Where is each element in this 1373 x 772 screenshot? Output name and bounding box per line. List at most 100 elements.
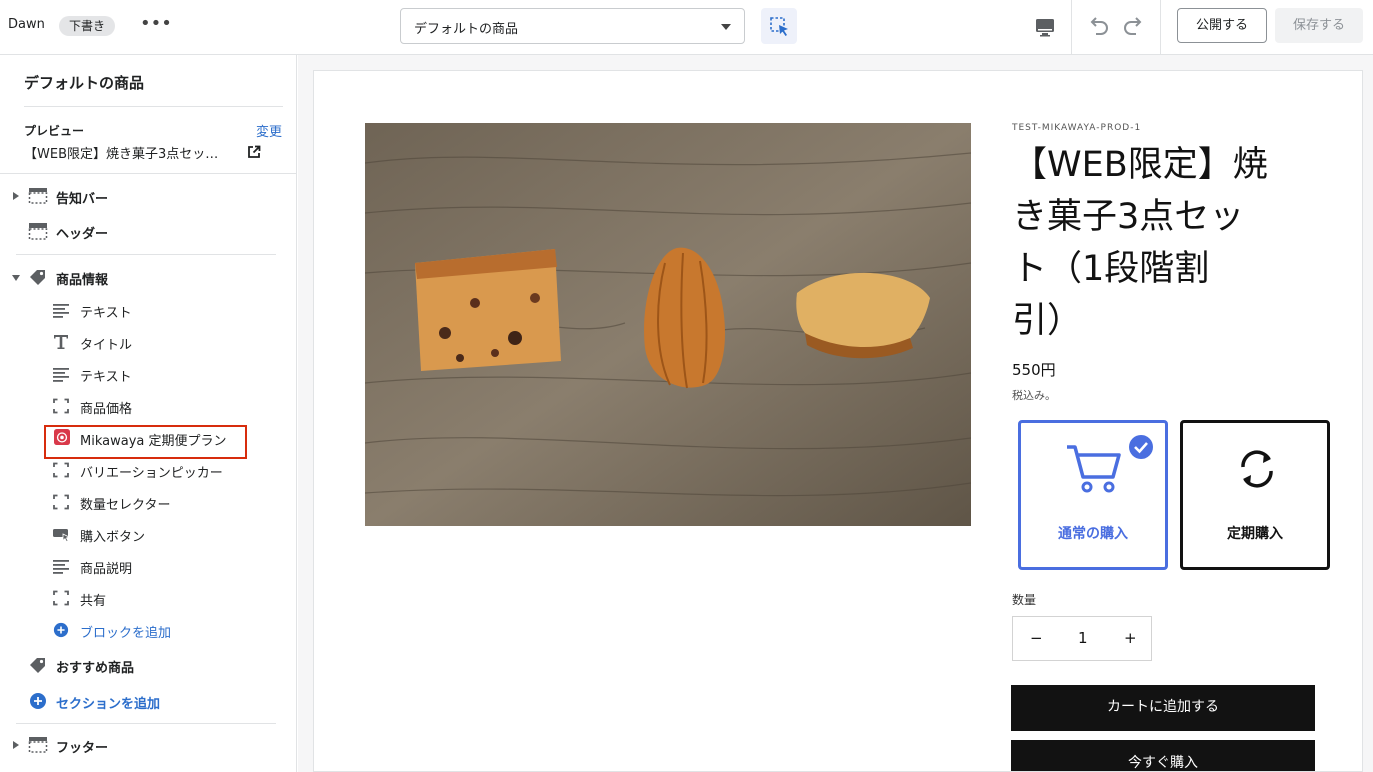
- divider: [16, 254, 276, 255]
- chevron-down-icon: [12, 275, 20, 281]
- plan-option-subscription[interactable]: 定期購入: [1180, 420, 1330, 570]
- product-title-line: 引）: [1012, 301, 1083, 341]
- baked-goods-photo: [365, 123, 971, 526]
- save-button[interactable]: 保存する: [1275, 8, 1363, 43]
- product-title: 【WEB限定】焼 き菓子3点セッ ト（1段階割 引）: [1012, 139, 1312, 347]
- external-link-icon: [248, 145, 261, 158]
- preview-label: プレビュー: [24, 124, 85, 138]
- dashed-square-icon: [53, 590, 69, 606]
- section-recommended-products[interactable]: おすすめ商品: [0, 651, 296, 679]
- sidebar: デフォルトの商品 プレビュー 変更 【WEB限定】焼き菓子3点セッ… 告知バー …: [0, 55, 297, 772]
- section-header[interactable]: ヘッダー: [0, 217, 296, 245]
- section-label: フッター: [56, 741, 109, 756]
- block-quantity-selector[interactable]: 数量セレクター: [0, 488, 296, 516]
- divider: [16, 723, 276, 724]
- block-buy-buttons[interactable]: 購入ボタン: [0, 520, 296, 548]
- publish-button[interactable]: 公開する: [1177, 8, 1267, 43]
- block-share[interactable]: 共有: [0, 584, 296, 612]
- section-label: 告知バー: [56, 192, 109, 207]
- block-variant-picker[interactable]: バリエーションピッカー: [0, 456, 296, 484]
- section-footer[interactable]: フッター: [0, 731, 296, 759]
- chevron-right-icon: [13, 192, 19, 200]
- quantity-label: 数量: [1012, 593, 1037, 607]
- product-title-line: き菓子3点セッ: [1012, 197, 1245, 237]
- block-title[interactable]: タイトル: [0, 328, 296, 356]
- preview-change-link[interactable]: 変更: [256, 121, 282, 140]
- undo-icon: [1090, 17, 1108, 35]
- quantity-decrease-button[interactable]: −: [1030, 629, 1043, 647]
- block-label: 商品説明: [80, 562, 133, 577]
- block-label: テキスト: [80, 370, 132, 385]
- quantity-increase-button[interactable]: +: [1124, 629, 1137, 647]
- add-block-button[interactable]: ブロックを追加: [0, 616, 296, 644]
- redo-button[interactable]: [1120, 12, 1148, 40]
- divider: [1071, 0, 1072, 55]
- block-label: テキスト: [80, 306, 132, 321]
- section-label: おすすめ商品: [56, 661, 135, 676]
- sidebar-title: デフォルトの商品: [24, 74, 145, 92]
- redo-icon: [1124, 17, 1142, 35]
- product-sku: TEST-MIKAWAYA-PROD-1: [1012, 123, 1142, 133]
- section-label: 商品情報: [56, 273, 109, 288]
- block-text[interactable]: テキスト: [0, 296, 296, 324]
- tag-icon: [30, 658, 45, 673]
- section-announcement-bar[interactable]: 告知バー: [0, 182, 296, 210]
- tax-note: 税込み。: [1012, 389, 1056, 402]
- block-label: 数量セレクター: [80, 498, 171, 513]
- block-mikawaya-subscription[interactable]: Mikawaya 定期便プラン: [0, 424, 296, 452]
- buy-button-icon: [53, 529, 70, 542]
- plan-label: 通常の購入: [1058, 526, 1128, 542]
- text-lines-icon: [53, 368, 69, 382]
- quantity-input[interactable]: 1: [1078, 629, 1088, 647]
- preview-product-name: 【WEB限定】焼き菓子3点セッ…: [24, 147, 219, 162]
- block-label: タイトル: [80, 338, 133, 353]
- header-layout-icon: [28, 223, 48, 240]
- plus-circle-icon: [53, 622, 69, 638]
- footer-layout-icon: [28, 737, 48, 753]
- plan-label: 定期購入: [1227, 526, 1283, 542]
- template-select-value: デフォルトの商品: [414, 22, 519, 37]
- dashed-square-icon: [53, 462, 69, 478]
- check-circle-icon: [1129, 435, 1153, 459]
- dashed-square-icon: [53, 398, 69, 414]
- add-section-label: セクションを追加: [56, 697, 161, 712]
- block-description[interactable]: 商品説明: [0, 552, 296, 580]
- plan-option-regular[interactable]: 通常の購入: [1018, 420, 1168, 570]
- chevron-down-icon: [721, 24, 731, 30]
- text-lines-icon: [53, 560, 69, 574]
- divider: [1160, 0, 1161, 55]
- top-bar: Dawn 下書き ••• デフォルトの商品 公開する 保存する: [0, 0, 1373, 55]
- open-external-button[interactable]: [247, 144, 261, 158]
- product-title-line: ト（1段階割: [1012, 249, 1210, 289]
- desktop-preview-button[interactable]: [1030, 12, 1060, 42]
- buy-now-button[interactable]: 今すぐ購入: [1011, 740, 1315, 771]
- plus-circle-icon: [30, 693, 46, 709]
- dashed-square-icon: [53, 494, 69, 510]
- block-label: 商品価格: [80, 402, 133, 417]
- text-lines-icon: [53, 304, 69, 318]
- mikawaya-app-icon: [54, 429, 70, 445]
- undo-button[interactable]: [1084, 12, 1112, 40]
- chevron-right-icon: [13, 741, 19, 749]
- title-t-icon: [54, 335, 68, 349]
- block-label: 共有: [80, 594, 107, 609]
- announcement-bar-icon: [28, 188, 48, 204]
- block-label: バリエーションピッカー: [80, 466, 223, 481]
- more-actions-button[interactable]: •••: [140, 14, 172, 38]
- add-section-button[interactable]: セクションを追加: [0, 687, 296, 715]
- section-product-info[interactable]: 商品情報: [0, 263, 296, 291]
- preview-canvas: TEST-MIKAWAYA-PROD-1 【WEB限定】焼 き菓子3点セッ ト（…: [298, 55, 1373, 772]
- block-price[interactable]: 商品価格: [0, 392, 296, 420]
- quantity-stepper: − 1 +: [1012, 616, 1152, 661]
- add-to-cart-button[interactable]: カートに追加する: [1011, 685, 1315, 731]
- product-title-line: 【WEB限定】焼: [1012, 145, 1268, 185]
- template-select[interactable]: デフォルトの商品: [400, 8, 745, 44]
- storefront-preview[interactable]: TEST-MIKAWAYA-PROD-1 【WEB限定】焼 き菓子3点セッ ト（…: [313, 70, 1363, 772]
- product-image[interactable]: [365, 123, 971, 526]
- desktop-icon: [1036, 19, 1054, 37]
- tag-icon: [30, 270, 45, 285]
- block-label: 購入ボタン: [80, 530, 146, 545]
- status-badge: 下書き: [59, 16, 116, 36]
- inspector-button[interactable]: [761, 8, 797, 44]
- block-text[interactable]: テキスト: [0, 360, 296, 388]
